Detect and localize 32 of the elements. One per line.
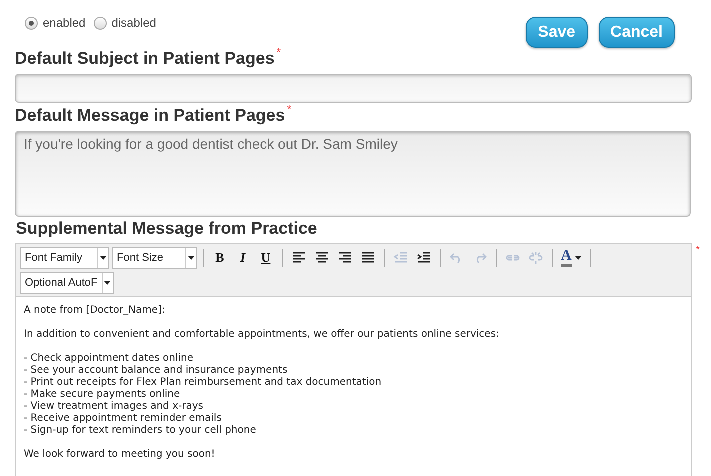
caret-icon bbox=[100, 256, 106, 260]
italic-button[interactable]: I bbox=[233, 248, 253, 268]
field-label: Supplemental Message from Practice bbox=[16, 218, 318, 240]
editor-text-line: We look forward to meeting you soon! bbox=[24, 449, 216, 461]
bold-button[interactable]: B bbox=[210, 248, 230, 268]
editor-text-line: - View treatment images and x-rays bbox=[24, 401, 204, 413]
editor-text-line: - See your account balance and insurance payments bbox=[24, 365, 289, 377]
font-select[interactable]: Optional AutoF bbox=[20, 272, 114, 294]
caret-icon bbox=[188, 256, 194, 260]
required-mark: * bbox=[287, 105, 292, 115]
caret-icon bbox=[574, 256, 582, 260]
radio-option[interactable]: enabled bbox=[25, 14, 86, 32]
caret-icon bbox=[104, 281, 112, 285]
editor-text-line: - Print out receipts for Flex Plan reimbursement and tax documentation bbox=[24, 377, 383, 389]
rich-text-editor[interactable] bbox=[15, 243, 692, 476]
editor-text-line: - Receive appointment reminder emails bbox=[24, 413, 223, 425]
editor-text-line: A note from [Doctor_Name]: bbox=[24, 305, 166, 317]
underline-button[interactable]: U bbox=[256, 248, 276, 268]
font-select[interactable]: Font Size bbox=[112, 247, 197, 269]
editor-text-line: - Make secure payments online bbox=[24, 389, 182, 401]
font-select[interactable]: Font Family bbox=[20, 247, 109, 269]
text-color-button[interactable]: A bbox=[559, 248, 584, 268]
message-field[interactable]: If you're looking for a good dentist check out Dr. Sam Smiley bbox=[15, 131, 691, 217]
field-label: Default Subject in Patient Pages bbox=[15, 48, 275, 70]
required-mark: * bbox=[276, 48, 282, 58]
required-mark: * bbox=[696, 246, 700, 256]
subject-field[interactable] bbox=[15, 74, 692, 103]
field-label: Default Message in Patient Pages bbox=[15, 105, 286, 127]
editor-text-line: - Sign-up for text reminders to your cell phone bbox=[24, 425, 258, 437]
radio-option[interactable]: disabled bbox=[94, 14, 156, 32]
editor-text-line: In addition to convenient and comfortable appointments, we offer our patients online services: bbox=[24, 329, 500, 341]
editor-text-line: - Check appointment dates online bbox=[24, 353, 194, 365]
